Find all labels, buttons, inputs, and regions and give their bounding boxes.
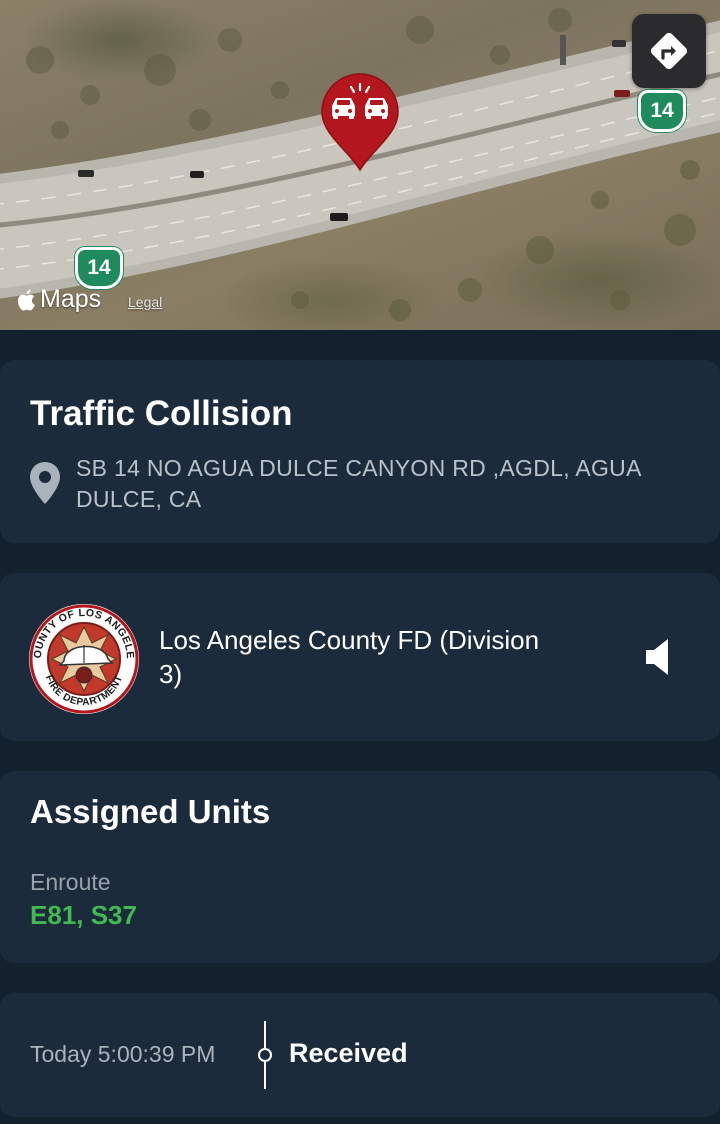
incident-card: Traffic Collision SB 14 NO AGUA DULCE CA…	[0, 360, 720, 543]
units-status: Enroute	[30, 869, 111, 895]
la-county-fire-department-logo: COUNTY OF LOS ANGELES FIRE DEPARTMENT	[28, 603, 139, 714]
units-list[interactable]: E81, S37	[30, 900, 137, 931]
route-shield-14: 14	[75, 247, 123, 289]
incident-address[interactable]: SB 14 NO AGUA DULCE CANYON RD ,AGDL, AGU…	[76, 453, 696, 515]
route-shield-label: 14	[650, 99, 674, 122]
route-shield-14: 14	[638, 90, 686, 132]
directions-icon	[650, 32, 688, 70]
assigned-units-card: Assigned Units Enroute E81, S37	[0, 771, 720, 963]
location-pin-icon	[30, 462, 60, 504]
timeline-time: Today 5:00:39 PM	[30, 1041, 216, 1067]
units-title: Assigned Units	[30, 793, 271, 830]
apple-logo-icon	[18, 289, 35, 311]
agency-card[interactable]: COUNTY OF LOS ANGELES FIRE DEPARTMENT Lo…	[0, 573, 720, 741]
collision-pin-icon[interactable]	[318, 72, 402, 172]
legal-link[interactable]: Legal	[128, 294, 162, 310]
timeline-card: Today 5:00:39 PM Received	[0, 993, 720, 1117]
agency-name: Los Angeles County FD (Division 3)	[159, 625, 540, 689]
maps-brand-label: Maps	[40, 285, 102, 313]
route-shield-label: 14	[87, 256, 111, 279]
map-view[interactable]: 14 14 Maps Legal	[0, 0, 720, 330]
apple-maps-logo: Maps	[18, 285, 101, 314]
speaker-icon[interactable]	[640, 636, 680, 678]
timeline-node-icon	[258, 1021, 272, 1089]
timeline-status: Received	[289, 1038, 408, 1068]
directions-button[interactable]	[632, 14, 706, 88]
incident-title: Traffic Collision	[30, 394, 293, 433]
